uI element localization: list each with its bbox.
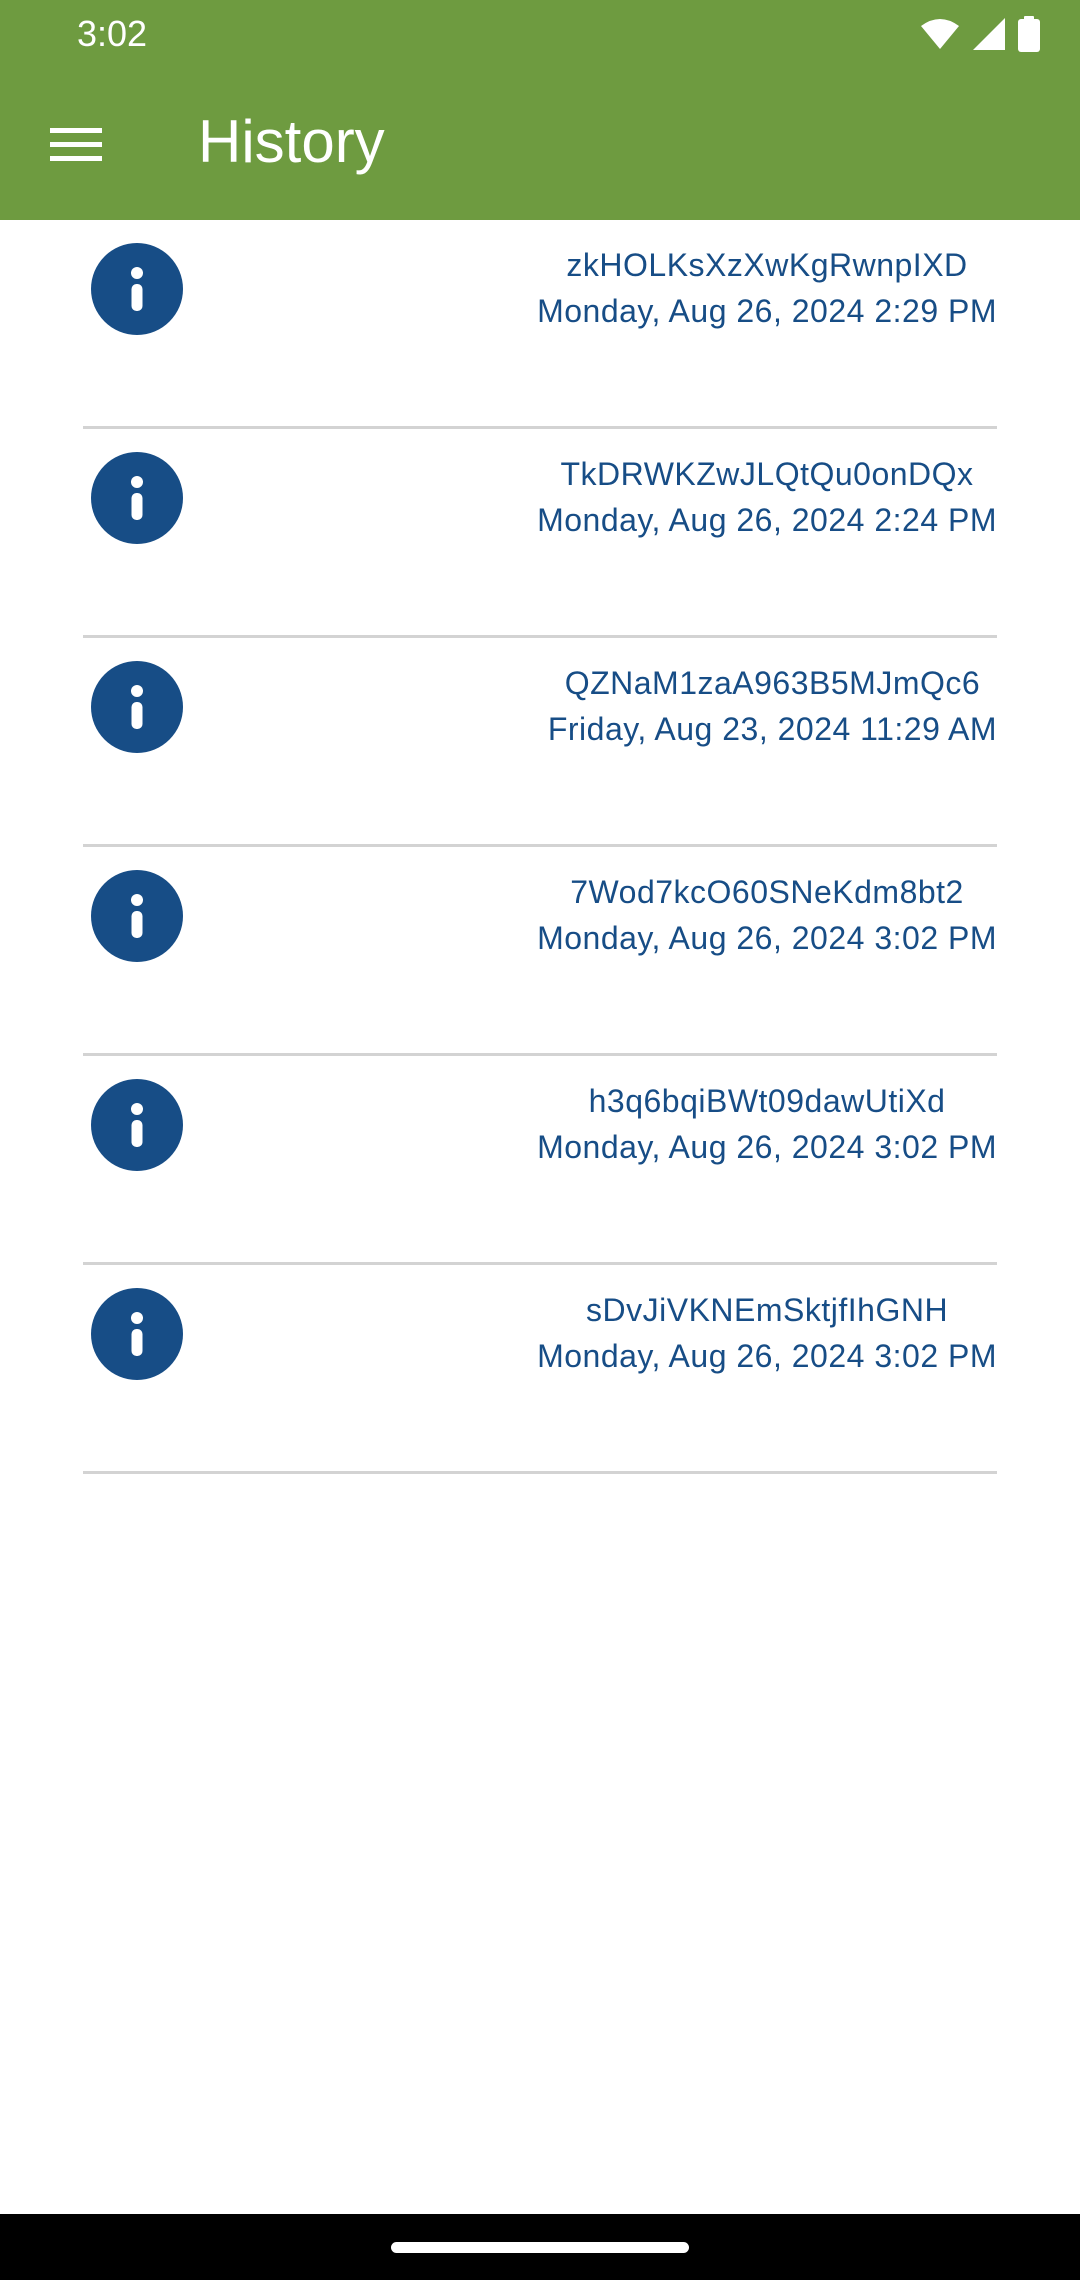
divider xyxy=(83,1471,997,1474)
history-item-code: QZNaM1zaA963B5MJmQc6 xyxy=(564,665,981,701)
history-item-text: 7Wod7kcO60SNeKdm8bt2 Monday, Aug 26, 202… xyxy=(297,869,997,961)
status-bar: 3:02 xyxy=(0,0,1080,70)
info-icon[interactable] xyxy=(91,870,183,962)
history-item-date: Monday, Aug 26, 2024 2:24 PM xyxy=(537,502,997,538)
history-list-item[interactable]: TkDRWKZwJLQtQu0onDQx Monday, Aug 26, 202… xyxy=(0,429,1080,638)
home-indicator[interactable] xyxy=(391,2242,689,2253)
app-screen: 3:02 History zkHOLKsXzXwKgRwnpIXD Monday… xyxy=(0,0,1080,2280)
status-time: 3:02 xyxy=(77,13,148,54)
history-item-date: Monday, Aug 26, 2024 3:02 PM xyxy=(537,920,997,956)
page-title: History xyxy=(198,108,385,175)
history-list-item[interactable]: h3q6bqiBWt09dawUtiXd Monday, Aug 26, 202… xyxy=(0,1056,1080,1265)
info-icon[interactable] xyxy=(91,452,183,544)
history-item-text: QZNaM1zaA963B5MJmQc6 Friday, Aug 23, 202… xyxy=(297,660,997,752)
history-list-item[interactable]: sDvJiVKNEmSktjfIhGNH Monday, Aug 26, 202… xyxy=(0,1265,1080,1474)
history-item-code: sDvJiVKNEmSktjfIhGNH xyxy=(586,1292,949,1328)
wifi-icon xyxy=(920,18,960,50)
battery-icon xyxy=(1018,16,1040,52)
system-navigation-bar xyxy=(0,2214,1080,2280)
history-item-text: TkDRWKZwJLQtQu0onDQx Monday, Aug 26, 202… xyxy=(297,451,997,543)
history-item-date: Monday, Aug 26, 2024 3:02 PM xyxy=(537,1129,997,1165)
info-icon[interactable] xyxy=(91,661,183,753)
info-icon[interactable] xyxy=(91,1079,183,1171)
history-item-code: zkHOLKsXzXwKgRwnpIXD xyxy=(566,247,968,283)
info-icon[interactable] xyxy=(91,1288,183,1380)
menu-button[interactable] xyxy=(30,100,122,192)
history-item-date: Monday, Aug 26, 2024 2:29 PM xyxy=(537,293,997,329)
app-bar: History xyxy=(0,70,1080,220)
history-item-date: Friday, Aug 23, 2024 11:29 AM xyxy=(547,711,997,747)
history-item-code: h3q6bqiBWt09dawUtiXd xyxy=(588,1083,946,1119)
history-item-text: h3q6bqiBWt09dawUtiXd Monday, Aug 26, 202… xyxy=(297,1078,997,1170)
history-item-code: 7Wod7kcO60SNeKdm8bt2 xyxy=(570,874,964,910)
history-item-code: TkDRWKZwJLQtQu0onDQx xyxy=(560,456,974,492)
history-item-date: Monday, Aug 26, 2024 3:02 PM xyxy=(537,1338,997,1374)
history-list-item[interactable]: 7Wod7kcO60SNeKdm8bt2 Monday, Aug 26, 202… xyxy=(0,847,1080,1056)
history-item-text: zkHOLKsXzXwKgRwnpIXD Monday, Aug 26, 202… xyxy=(297,242,997,334)
history-list-item[interactable]: zkHOLKsXzXwKgRwnpIXD Monday, Aug 26, 202… xyxy=(0,220,1080,429)
history-list-item[interactable]: QZNaM1zaA963B5MJmQc6 Friday, Aug 23, 202… xyxy=(0,638,1080,847)
top-bar: 3:02 History xyxy=(0,0,1080,220)
info-icon[interactable] xyxy=(91,243,183,335)
status-icons xyxy=(920,16,1040,52)
hamburger-menu-icon xyxy=(50,126,102,167)
history-list: zkHOLKsXzXwKgRwnpIXD Monday, Aug 26, 202… xyxy=(0,220,1080,1474)
history-item-text: sDvJiVKNEmSktjfIhGNH Monday, Aug 26, 202… xyxy=(297,1287,997,1379)
cellular-signal-icon xyxy=(972,17,1006,51)
